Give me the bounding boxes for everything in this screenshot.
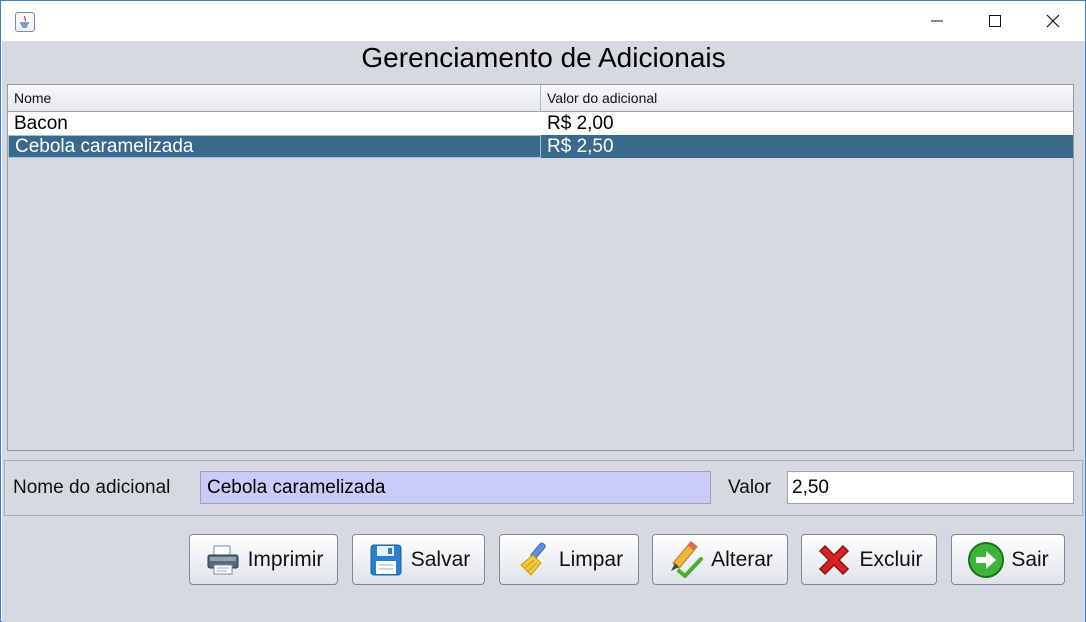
imprimir-label: Imprimir: [247, 547, 324, 571]
cell-nome[interactable]: Bacon: [8, 112, 541, 135]
close-icon[interactable]: [1024, 2, 1082, 40]
app-window: Gerenciamento de Adicionais Nome Valor d…: [0, 0, 1086, 622]
table-body: Bacon R$ 2,00 Cebola caramelizada R$ 2,5…: [8, 112, 1073, 158]
broom-icon: [515, 541, 553, 579]
valor-label: Valor: [728, 477, 771, 498]
imprimir-button[interactable]: Imprimir: [189, 534, 338, 585]
alterar-button[interactable]: Alterar: [652, 534, 788, 585]
content-panel: Gerenciamento de Adicionais Nome Valor d…: [2, 41, 1085, 622]
minimize-icon[interactable]: [908, 2, 966, 40]
excluir-button[interactable]: Excluir: [801, 534, 937, 585]
cell-nome[interactable]: Cebola caramelizada: [8, 135, 541, 158]
nome-input[interactable]: [200, 471, 711, 504]
arrow-right-icon: [967, 541, 1005, 579]
cell-valor[interactable]: R$ 2,50: [541, 135, 1073, 158]
printer-icon: [204, 541, 242, 579]
sair-button[interactable]: Sair: [951, 534, 1065, 585]
adicionais-table[interactable]: Nome Valor do adicional Bacon R$ 2,00 Ce…: [7, 84, 1074, 451]
red-x-icon: [815, 541, 853, 579]
pencil-icon: [667, 540, 705, 579]
page-title: Gerenciamento de Adicionais: [2, 41, 1085, 75]
cell-valor[interactable]: R$ 2,00: [541, 112, 1073, 135]
salvar-label: Salvar: [410, 547, 471, 571]
salvar-button[interactable]: Salvar: [352, 534, 485, 585]
limpar-label: Limpar: [558, 547, 624, 571]
column-header-valor[interactable]: Valor do adicional: [541, 85, 1073, 112]
valor-input[interactable]: [787, 471, 1074, 504]
form-panel: Nome do adicional Valor: [4, 460, 1083, 516]
nome-label: Nome do adicional: [13, 477, 171, 498]
maximize-icon[interactable]: [966, 2, 1024, 40]
table-row-selected[interactable]: Cebola caramelizada R$ 2,50: [8, 135, 1073, 158]
table-row[interactable]: Bacon R$ 2,00: [8, 112, 1073, 135]
java-icon[interactable]: [15, 12, 35, 32]
floppy-disk-icon: [367, 541, 405, 579]
limpar-button[interactable]: Limpar: [499, 534, 639, 585]
title-bar[interactable]: [2, 2, 1085, 40]
table-header: Nome Valor do adicional: [8, 85, 1073, 112]
excluir-label: Excluir: [859, 547, 923, 571]
sair-label: Sair: [1011, 547, 1049, 571]
column-header-nome[interactable]: Nome: [8, 85, 541, 112]
alterar-label: Alterar: [711, 547, 773, 571]
